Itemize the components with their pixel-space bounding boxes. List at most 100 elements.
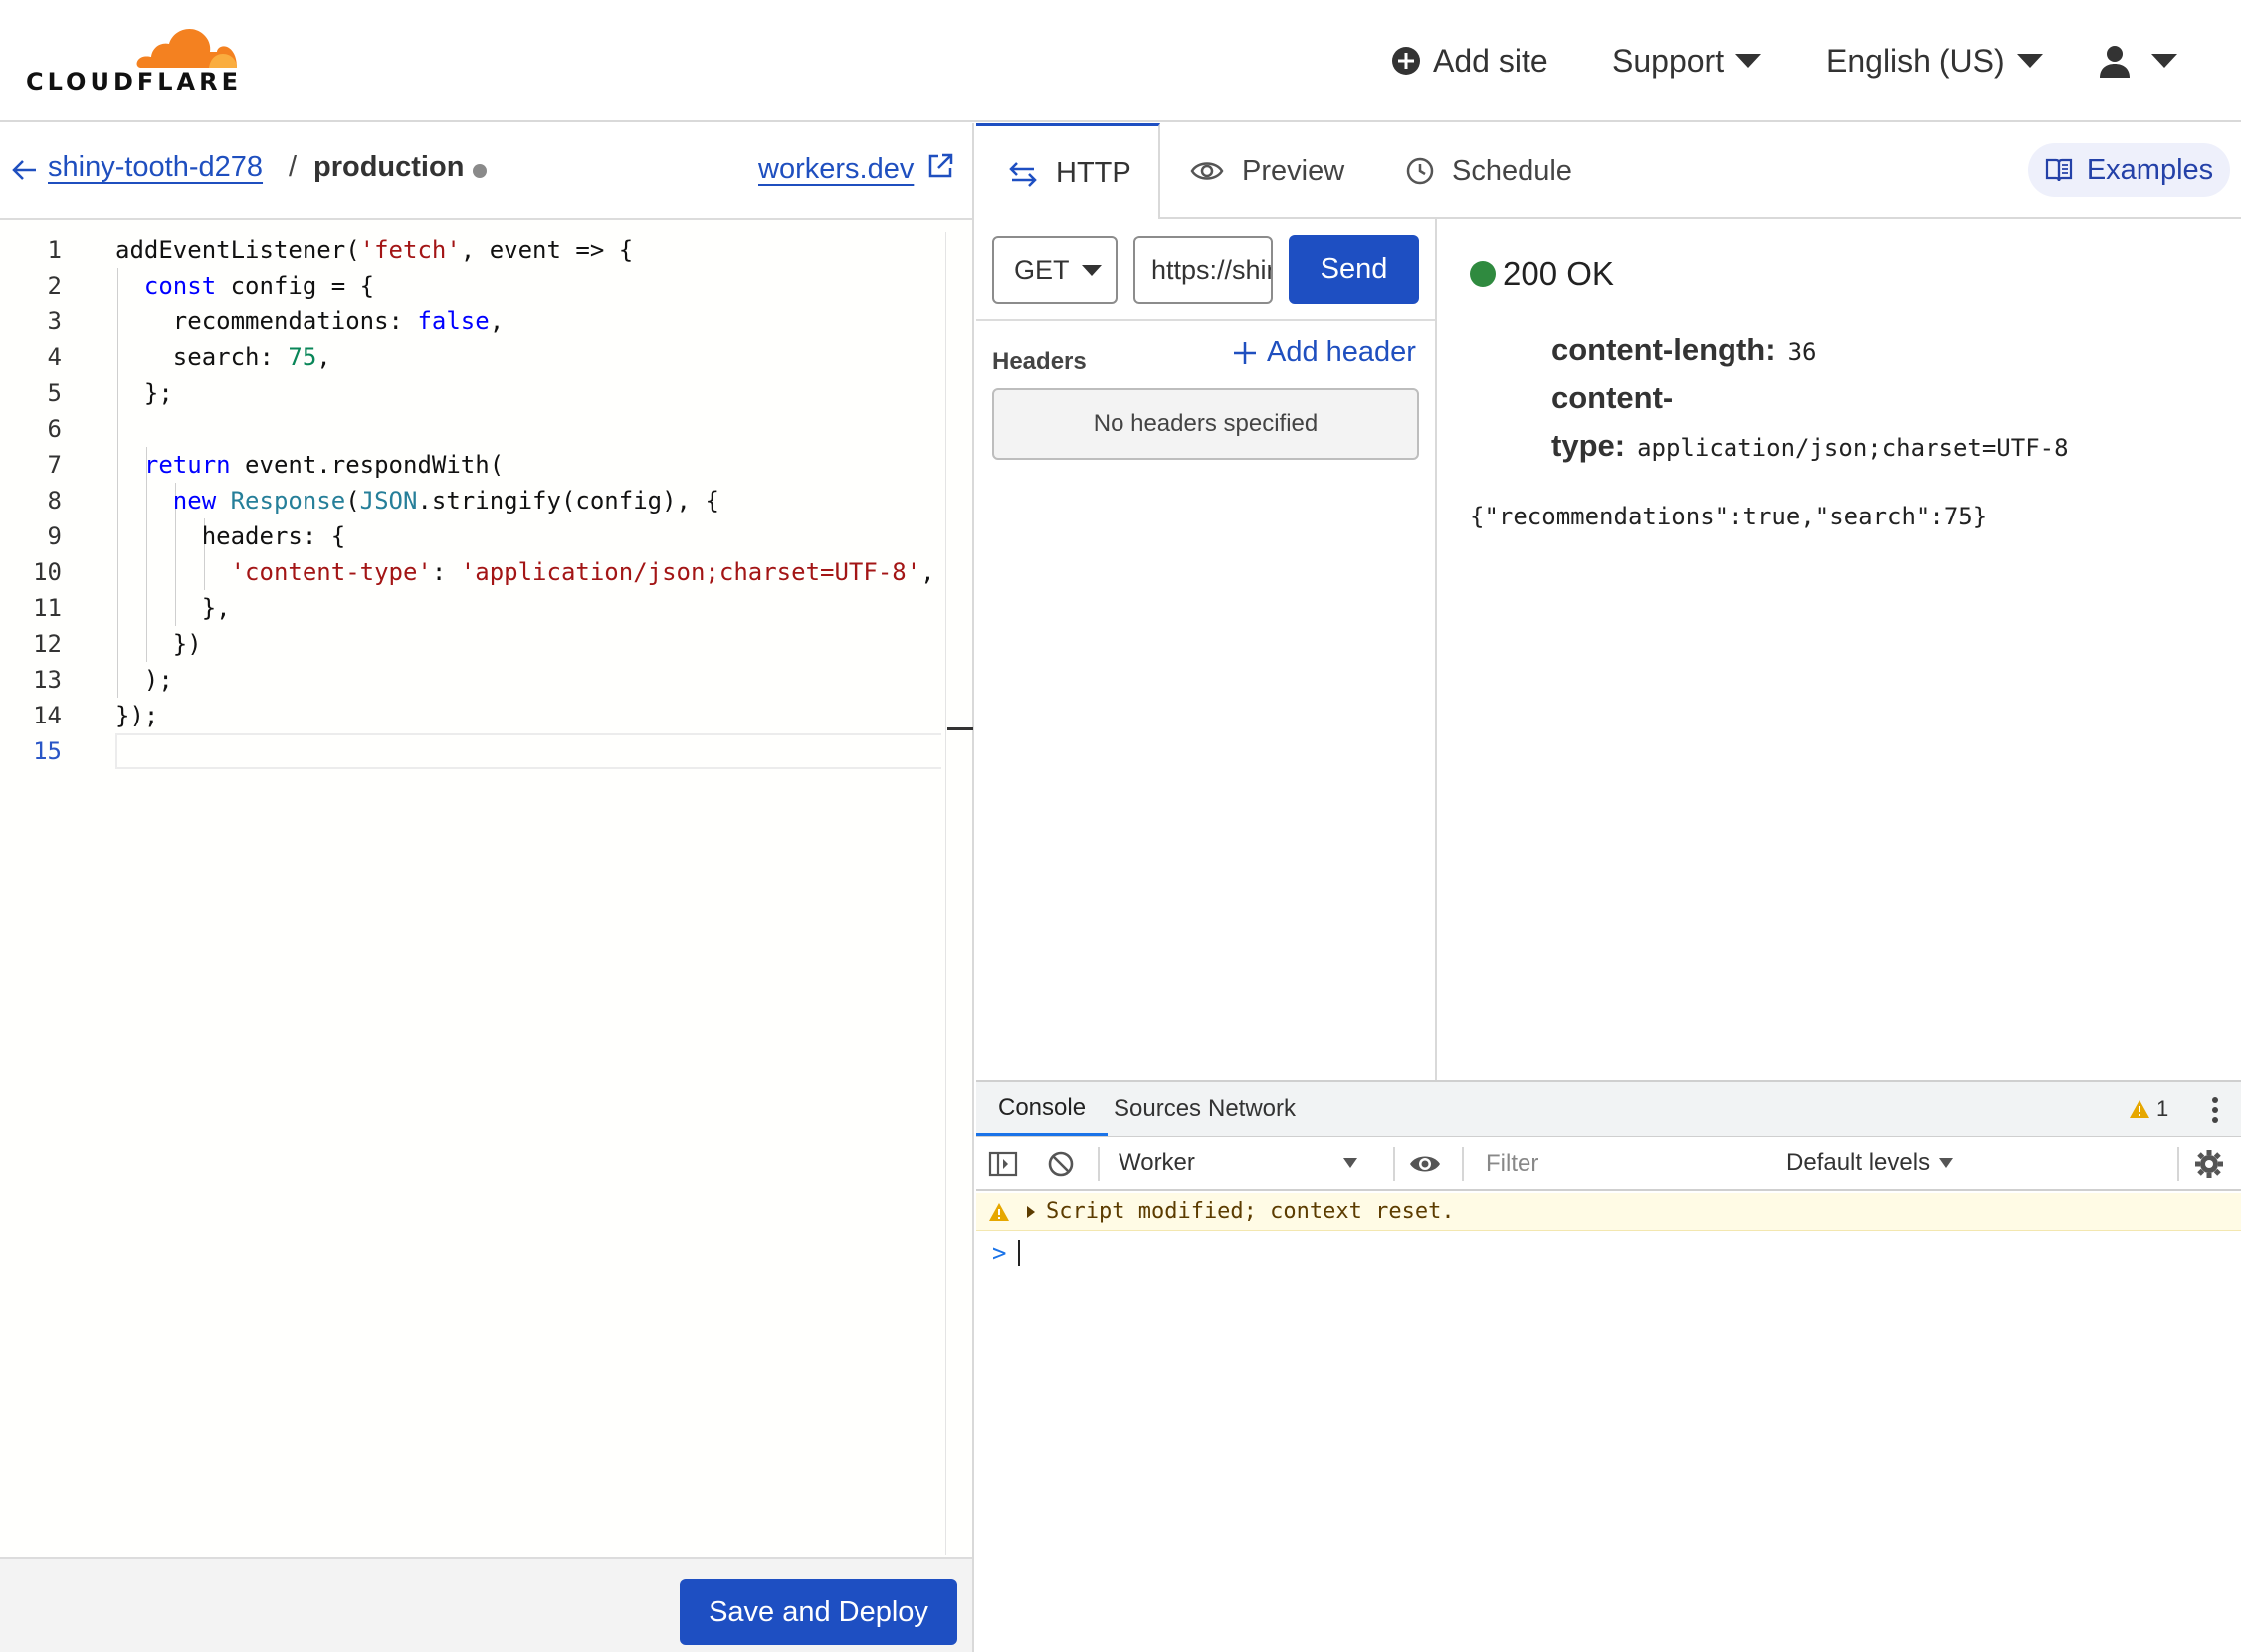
devtools-panel: Console Sources Network 1 Worker Filter … — [976, 1080, 2241, 1652]
line-number-active: 15 — [33, 737, 62, 765]
code-line: addEventListener('fetch', event => { — [115, 236, 634, 264]
text-cursor — [1018, 1240, 1021, 1266]
line-number: 6 — [47, 415, 62, 443]
response-body: {"recommendations":true,"search":75} — [1470, 503, 1988, 530]
examples-button[interactable]: Examples — [2028, 143, 2230, 197]
code-line: search: 75, — [115, 343, 331, 371]
log-levels-select[interactable]: Default levels — [1786, 1149, 1954, 1177]
warning-counter[interactable]: 1 — [2129, 1096, 2168, 1122]
overview-ruler — [945, 232, 946, 1555]
workers-dev-link[interactable]: workers.dev — [758, 153, 914, 186]
warning-count: 1 — [2156, 1096, 2169, 1121]
line-number: 12 — [33, 630, 62, 658]
more-vertical-icon[interactable] — [2200, 1094, 2230, 1126]
editor-pane: shiny-tooth-d278 / production workers.de… — [0, 123, 974, 1652]
add-site-button[interactable]: Add site — [1391, 38, 1548, 84]
toolbar-divider — [1098, 1147, 1100, 1181]
line-number: 13 — [33, 666, 62, 694]
response-header-row: content- — [1551, 380, 1673, 416]
response-header-name: content- — [1551, 380, 1674, 415]
code-lines[interactable]: addEventListener('fetch', event => { con… — [115, 232, 941, 769]
expand-triangle-icon[interactable] — [1026, 1205, 1036, 1219]
chevron-down-icon — [2151, 54, 2177, 68]
chevron-down-icon — [1939, 1158, 1954, 1168]
add-header-label: Add header — [1267, 336, 1416, 368]
chevron-down-icon — [2016, 54, 2043, 68]
toolbar-divider — [1462, 1147, 1464, 1181]
user-icon — [2100, 46, 2130, 78]
eye-icon[interactable] — [1408, 1149, 1442, 1179]
response-header-value: application/json;charset=UTF-8 — [1637, 434, 2069, 462]
tab-console[interactable]: Console — [976, 1082, 1109, 1136]
send-button[interactable]: Send — [1289, 235, 1419, 304]
scrollbar-thumb[interactable] — [947, 727, 973, 730]
logo-wordmark: CLOUDFLARE — [26, 68, 242, 96]
code-line: 'content-type': 'application/json;charse… — [230, 558, 935, 586]
sidebar-toggle-icon[interactable] — [988, 1149, 1018, 1179]
response-panel: 200 OK content-length: 36 content- type: a… — [1438, 219, 2241, 1080]
breadcrumb: shiny-tooth-d278 / production workers.de… — [0, 123, 972, 220]
language-dropdown[interactable]: English (US) — [1826, 38, 2043, 84]
cloudflare-logo[interactable]: CLOUDFLARE — [26, 20, 239, 96]
worker-name-link[interactable]: shiny-tooth-d278 — [48, 151, 263, 184]
code-line: ); — [115, 666, 173, 694]
clear-console-icon[interactable] — [1046, 1149, 1076, 1179]
code-line: return event.respondWith( — [143, 451, 505, 479]
response-status: 200 OK — [1503, 255, 1614, 292]
warning-icon — [2130, 1100, 2149, 1118]
response-header-row: type: application/json;charset=UTF-8 — [1551, 428, 2069, 464]
line-number-gutter: 1 2 3 4 5 6 7 8 9 10 11 12 13 14 15 — [0, 232, 70, 769]
gear-icon[interactable] — [2194, 1149, 2224, 1179]
add-header-button[interactable]: Add header — [1233, 336, 1416, 369]
filter-input[interactable] — [1472, 1144, 1772, 1184]
code-line-current — [115, 733, 941, 769]
clock-icon — [1406, 157, 1434, 185]
response-header-value: 36 — [1787, 338, 1817, 366]
code-line: headers: { — [115, 522, 346, 550]
cloud-logo-icon — [136, 29, 237, 68]
http-method-select[interactable]: GET — [992, 236, 1118, 304]
support-dropdown[interactable]: Support — [1612, 38, 1762, 84]
status-indicator-icon — [1470, 261, 1496, 287]
code-line: recommendations: false, — [115, 308, 505, 335]
code-line: const config = { — [143, 272, 375, 300]
no-headers-placeholder: No headers specified — [992, 388, 1419, 460]
save-and-deploy-button[interactable]: Save and Deploy — [680, 1579, 957, 1645]
code-editor[interactable]: 1 2 3 4 5 6 7 8 9 10 11 12 13 14 15 addE… — [0, 222, 973, 1557]
url-input[interactable] — [1133, 236, 1273, 304]
line-number: 10 — [33, 558, 62, 586]
tab-schedule[interactable]: Schedule — [1406, 123, 1572, 219]
context-label: Worker — [1119, 1149, 1195, 1176]
warning-icon — [989, 1202, 1009, 1221]
plus-circle-icon — [1392, 47, 1420, 75]
tab-preview[interactable]: Preview — [1190, 123, 1344, 219]
tab-network[interactable]: Network — [1186, 1082, 1318, 1136]
language-label: English (US) — [1826, 42, 2005, 79]
arrow-left-icon[interactable] — [10, 155, 40, 185]
console-prompt[interactable]: > — [976, 1233, 2241, 1273]
unsaved-dot-icon — [473, 164, 487, 178]
response-header-name: content-length: — [1551, 332, 1776, 367]
top-navigation: CLOUDFLARE Add site Support English (US) — [0, 0, 2241, 122]
tab-http[interactable]: HTTP — [976, 123, 1160, 221]
external-link-icon[interactable] — [925, 151, 955, 181]
examples-label: Examples — [2086, 153, 2214, 186]
breadcrumb-separator: / — [289, 151, 298, 183]
tab-preview-label: Preview — [1242, 154, 1345, 187]
chevron-down-icon — [1343, 1158, 1357, 1168]
preview-tab-bar: HTTP Preview Schedule Examples — [976, 123, 2241, 221]
response-header-name: type: — [1551, 428, 1626, 463]
line-number: 1 — [47, 236, 62, 264]
toolbar-divider — [2177, 1147, 2179, 1181]
line-number: 11 — [33, 594, 62, 622]
line-number: 9 — [47, 522, 62, 550]
context-select[interactable]: Worker — [1119, 1149, 1357, 1177]
line-number: 2 — [47, 272, 62, 300]
console-warning-row[interactable]: Script modified; context reset. — [976, 1193, 2241, 1231]
tab-schedule-label: Schedule — [1452, 154, 1572, 187]
line-number: 5 — [47, 379, 62, 407]
prompt-chevron-icon: > — [992, 1239, 1007, 1267]
environment-label: production — [313, 151, 465, 183]
user-menu[interactable] — [2098, 38, 2177, 84]
